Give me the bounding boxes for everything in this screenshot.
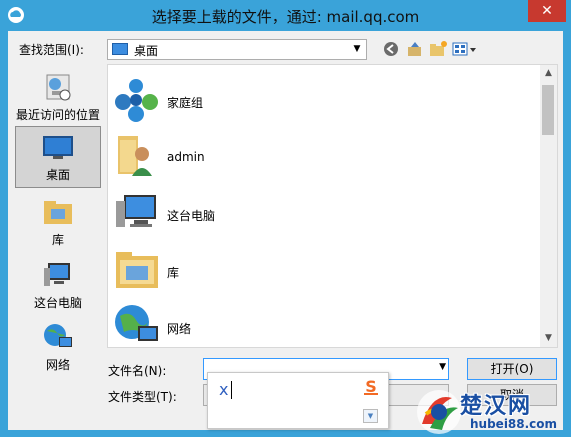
user-folder-icon — [118, 136, 152, 176]
scroll-thumb[interactable] — [542, 85, 554, 135]
file-label: 网络 — [167, 322, 192, 336]
file-label: 库 — [167, 266, 180, 280]
chevron-down-icon[interactable]: ▼ — [350, 42, 364, 56]
list-item[interactable]: 库 — [112, 246, 532, 298]
filename-label: 文件名(N): — [108, 364, 167, 378]
scroll-down-icon[interactable]: ▼ — [540, 330, 557, 347]
homegroup-icon — [115, 79, 158, 122]
file-dialog-window: 选择要上载的文件，通过: mail.qq.com ✕ 查找范围(I): 桌面 ▼ — [0, 0, 571, 437]
desktop-icon — [43, 136, 73, 159]
watermark-url: hubei88.com — [470, 417, 558, 431]
look-in-value: 桌面 — [134, 44, 159, 58]
library-icon — [116, 252, 158, 288]
scroll-up-icon[interactable]: ▲ — [540, 65, 557, 82]
computer-icon — [44, 263, 70, 286]
place-network[interactable]: 网络 — [15, 315, 101, 377]
list-item[interactable]: 网络 — [112, 302, 532, 347]
recent-places-icon — [46, 74, 71, 101]
network-icon — [44, 324, 72, 347]
place-computer[interactable]: 这台电脑 — [15, 253, 101, 315]
library-icon — [44, 201, 72, 224]
chevron-down-icon[interactable]: ▼ — [439, 362, 446, 372]
back-arrow-icon[interactable] — [381, 40, 401, 58]
watermark-text: 楚汉网 — [460, 394, 533, 419]
place-label: 最近访问的位置 — [15, 108, 100, 122]
sogou-s-icon: S — [361, 376, 381, 396]
place-library[interactable]: 库 — [15, 190, 101, 252]
look-in-label: 查找范围(I): — [19, 43, 84, 57]
places-bar: 最近访问的位置 桌面 库 这台电脑 网络 — [15, 63, 102, 372]
network-icon — [115, 305, 158, 341]
place-desktop[interactable]: 桌面 — [15, 126, 101, 188]
open-button[interactable]: 打开(O) — [467, 358, 557, 380]
close-button[interactable]: ✕ — [528, 0, 566, 22]
window-title: 选择要上载的文件，通过: mail.qq.com — [151, 8, 420, 26]
vertical-scrollbar[interactable]: ▲ ▼ — [540, 65, 557, 347]
up-folder-icon[interactable] — [405, 40, 425, 58]
text-caret — [231, 381, 232, 399]
place-label: 库 — [51, 233, 64, 247]
title-bar[interactable]: 选择要上载的文件，通过: mail.qq.com ✕ — [0, 0, 571, 31]
look-in-dropdown[interactable]: 桌面 ▼ — [107, 39, 367, 60]
ime-expand-icon[interactable]: ▼ — [363, 409, 378, 423]
list-item[interactable]: 这台电脑 — [112, 189, 532, 241]
file-list[interactable]: 家庭组 admin 这台电脑 库 网络 ▲ ▼ — [107, 64, 558, 348]
place-label: 这台电脑 — [33, 296, 82, 310]
file-label: 这台电脑 — [167, 209, 216, 223]
view-menu-icon[interactable] — [451, 40, 477, 58]
file-label: admin — [167, 150, 205, 164]
computer-icon — [116, 195, 156, 227]
list-item[interactable]: admin — [112, 132, 532, 184]
new-folder-icon[interactable] — [428, 40, 448, 58]
file-label: 家庭组 — [167, 96, 204, 110]
place-recent[interactable]: 最近访问的位置 — [15, 65, 101, 127]
ime-typed-text: x — [219, 380, 229, 399]
desktop-icon — [112, 43, 128, 55]
place-label: 网络 — [45, 358, 70, 372]
place-label: 桌面 — [45, 168, 70, 182]
list-item[interactable]: 家庭组 — [112, 76, 532, 128]
ime-composition-popup[interactable]: x S ▼ — [207, 372, 389, 429]
filetype-label: 文件类型(T): — [108, 390, 177, 404]
